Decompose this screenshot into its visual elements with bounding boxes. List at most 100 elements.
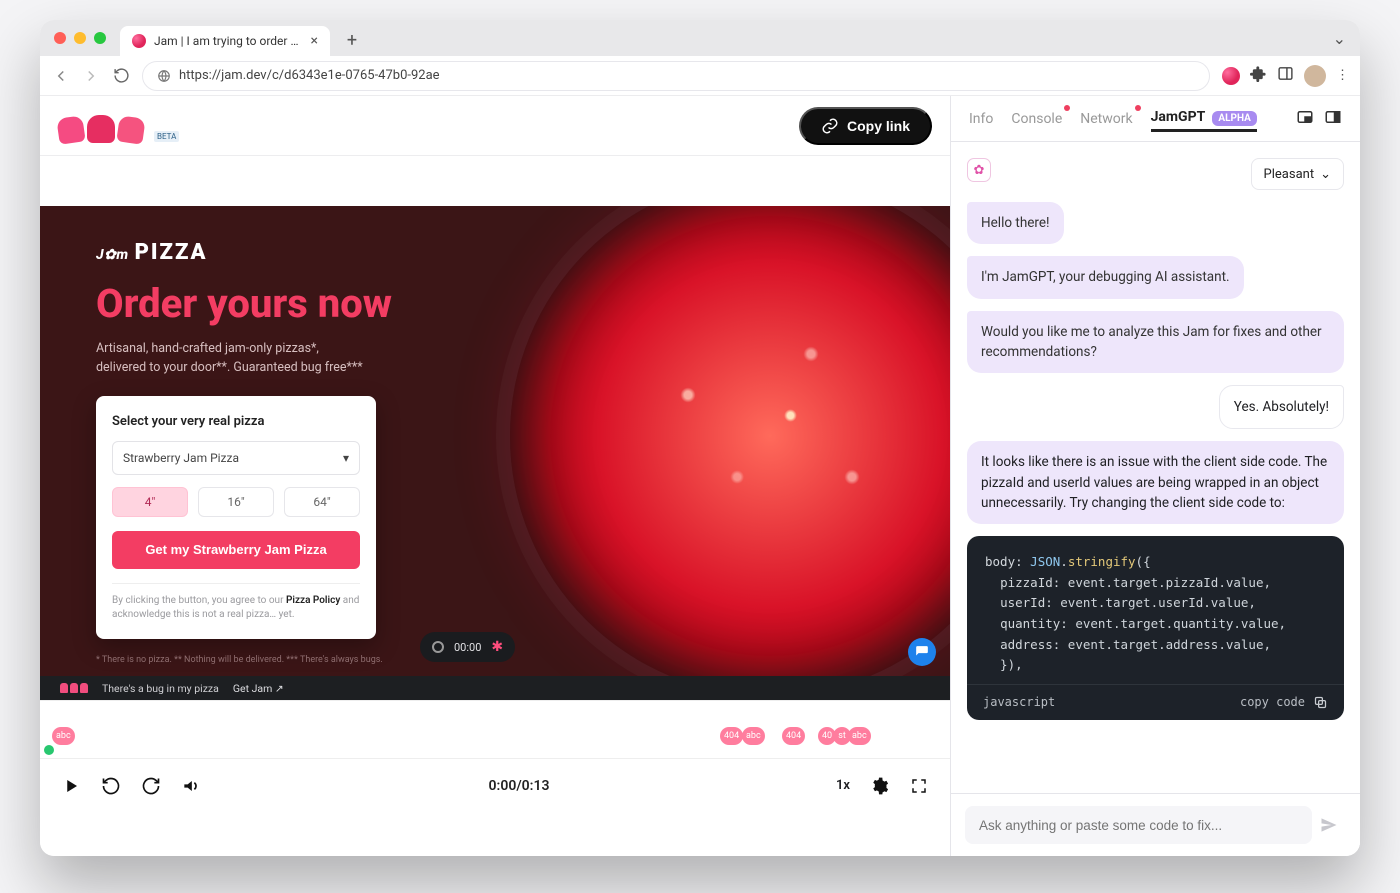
jam-logo[interactable] bbox=[58, 109, 144, 143]
mic-muted-icon[interactable]: ✱ bbox=[491, 639, 503, 655]
timeline-marker[interactable]: 404 bbox=[782, 727, 805, 745]
alpha-badge: ALPHA bbox=[1212, 111, 1256, 126]
omnibar: https://jam.dev/c/d6343e1e-0765-47b0-92a… bbox=[40, 56, 1360, 96]
browser-tab[interactable]: Jam | I am trying to order a piz… × bbox=[120, 26, 330, 56]
extension-icons: ⋮ bbox=[1222, 65, 1348, 87]
ai-message: Would you like me to analyze this Jam fo… bbox=[967, 311, 1344, 374]
link-icon bbox=[821, 117, 839, 135]
favicon-icon bbox=[132, 34, 146, 48]
record-status-icon bbox=[432, 641, 444, 653]
rewind-10-button[interactable] bbox=[100, 775, 122, 797]
pip-icon[interactable] bbox=[1296, 108, 1314, 130]
network-badge-icon bbox=[1135, 105, 1141, 111]
player-controls: 0:00/0:13 1x bbox=[40, 758, 950, 812]
tab-jamgpt[interactable]: JamGPT ALPHA bbox=[1151, 105, 1257, 132]
send-button[interactable] bbox=[1312, 808, 1346, 842]
titlebar: Jam | I am trying to order a piz… × + ⌄ bbox=[40, 20, 1360, 56]
record-time: 00:00 bbox=[454, 641, 481, 654]
pizza-policy-link[interactable]: Pizza Policy bbox=[286, 595, 340, 606]
profile-avatar-icon[interactable] bbox=[1304, 65, 1326, 87]
reload-button[interactable] bbox=[112, 67, 130, 85]
minimize-window-icon[interactable] bbox=[74, 32, 86, 44]
copy-icon bbox=[1313, 695, 1328, 710]
timeline[interactable]: abc 404 abc 404 40 st abc bbox=[40, 700, 950, 758]
substrip-text: There's a bug in my pizza bbox=[102, 682, 219, 695]
code-language: javascript bbox=[983, 695, 1055, 709]
console-badge-icon bbox=[1064, 105, 1070, 111]
recording-pill: 00:00 ✱ bbox=[420, 632, 515, 662]
hero-image bbox=[470, 206, 950, 676]
bot-avatar-icon: ✿ bbox=[967, 158, 991, 182]
copy-link-label: Copy link bbox=[847, 118, 910, 134]
mini-logo bbox=[60, 683, 88, 693]
intercom-bubble-icon[interactable] bbox=[908, 638, 936, 666]
copy-link-button[interactable]: Copy link bbox=[799, 107, 932, 145]
url-text: https://jam.dev/c/d6343e1e-0765-47b0-92a… bbox=[179, 68, 440, 83]
size-option-4[interactable]: 4" bbox=[112, 487, 188, 517]
chevron-down-icon: ▾ bbox=[343, 451, 349, 465]
user-message: Yes. Absolutely! bbox=[1219, 385, 1344, 429]
get-jam-link[interactable]: Get Jam ↗ bbox=[233, 682, 284, 695]
chevron-down-icon: ⌄ bbox=[1320, 167, 1331, 182]
tab-console[interactable]: Console bbox=[1011, 107, 1062, 131]
recorded-page: J✿m PIZZA Order yours now Artisanal, han… bbox=[40, 206, 950, 676]
order-card: Select your very real pizza Strawberry J… bbox=[96, 396, 376, 639]
close-tab-icon[interactable]: × bbox=[311, 34, 318, 48]
tab-network[interactable]: Network bbox=[1080, 107, 1132, 131]
tone-select[interactable]: Pleasant ⌄ bbox=[1251, 158, 1344, 190]
app-header: BETA Copy link bbox=[40, 96, 950, 156]
app-body: BETA Copy link J✿m PIZZA Order yours now bbox=[40, 96, 1360, 856]
code-block: body: JSON.stringify({ pizzaId: event.ta… bbox=[967, 536, 1344, 720]
size-option-64[interactable]: 64" bbox=[284, 487, 360, 517]
volume-button[interactable] bbox=[180, 775, 202, 797]
card-title: Select your very real pizza bbox=[112, 414, 360, 429]
left-pane: BETA Copy link J✿m PIZZA Order yours now bbox=[40, 96, 950, 856]
close-window-icon[interactable] bbox=[54, 32, 66, 44]
chat-input[interactable] bbox=[965, 806, 1312, 844]
footnote: * There is no pizza. ** Nothing will be … bbox=[96, 655, 442, 665]
player-time: 0:00/0:13 bbox=[220, 778, 818, 794]
panel-toggle-icon[interactable] bbox=[1277, 65, 1294, 86]
settings-button[interactable] bbox=[868, 775, 890, 797]
chat-input-row bbox=[951, 793, 1360, 856]
fullscreen-window-icon[interactable] bbox=[94, 32, 106, 44]
page-substrip: There's a bug in my pizza Get Jam ↗ bbox=[40, 676, 950, 700]
timeline-start-dot bbox=[44, 745, 54, 755]
window-controls bbox=[48, 32, 112, 44]
tone-value: Pleasant bbox=[1264, 167, 1315, 182]
panel-tabs: Info Console Network JamGPT ALPHA bbox=[951, 96, 1360, 142]
timeline-marker[interactable]: abc bbox=[52, 727, 75, 745]
fullscreen-button[interactable] bbox=[908, 775, 930, 797]
globe-icon bbox=[157, 69, 171, 83]
kebab-menu-icon[interactable]: ⋮ bbox=[1336, 68, 1348, 83]
hero-subtext: Artisanal, hand-crafted jam-only pizzas*… bbox=[96, 339, 442, 378]
ai-message: Hello there! bbox=[967, 202, 1064, 244]
timeline-marker[interactable]: abc bbox=[848, 727, 871, 745]
right-panel: Info Console Network JamGPT ALPHA ✿ bbox=[950, 96, 1360, 856]
timeline-marker[interactable]: 404 bbox=[720, 727, 743, 745]
tab-info[interactable]: Info bbox=[969, 107, 993, 131]
extensions-icon[interactable] bbox=[1250, 65, 1267, 86]
back-button[interactable] bbox=[52, 67, 70, 85]
forward-button[interactable] bbox=[82, 67, 100, 85]
beta-badge: BETA bbox=[154, 131, 179, 142]
forward-10-button[interactable] bbox=[140, 775, 162, 797]
recorded-logo: J✿m PIZZA bbox=[96, 240, 442, 265]
address-bar[interactable]: https://jam.dev/c/d6343e1e-0765-47b0-92a… bbox=[142, 61, 1210, 91]
copy-code-button[interactable]: copy code bbox=[1240, 695, 1328, 710]
new-tab-button[interactable]: + bbox=[338, 26, 366, 54]
get-pizza-button[interactable]: Get my Strawberry Jam Pizza bbox=[112, 531, 360, 569]
playback-rate[interactable]: 1x bbox=[836, 778, 850, 793]
size-option-16[interactable]: 16" bbox=[198, 487, 274, 517]
side-panel-icon[interactable] bbox=[1324, 108, 1342, 130]
size-group: 4" 16" 64" bbox=[112, 487, 360, 517]
timeline-marker[interactable]: abc bbox=[742, 727, 765, 745]
select-value: Strawberry Jam Pizza bbox=[123, 451, 239, 465]
video-stage: J✿m PIZZA Order yours now Artisanal, han… bbox=[40, 156, 950, 856]
browser-window: Jam | I am trying to order a piz… × + ⌄ … bbox=[40, 20, 1360, 856]
pizza-select[interactable]: Strawberry Jam Pizza ▾ bbox=[112, 441, 360, 475]
play-button[interactable] bbox=[60, 775, 82, 797]
tab-title: Jam | I am trying to order a piz… bbox=[154, 34, 303, 48]
jam-extension-icon[interactable] bbox=[1222, 67, 1240, 85]
tab-overflow-icon[interactable]: ⌄ bbox=[1327, 29, 1352, 48]
